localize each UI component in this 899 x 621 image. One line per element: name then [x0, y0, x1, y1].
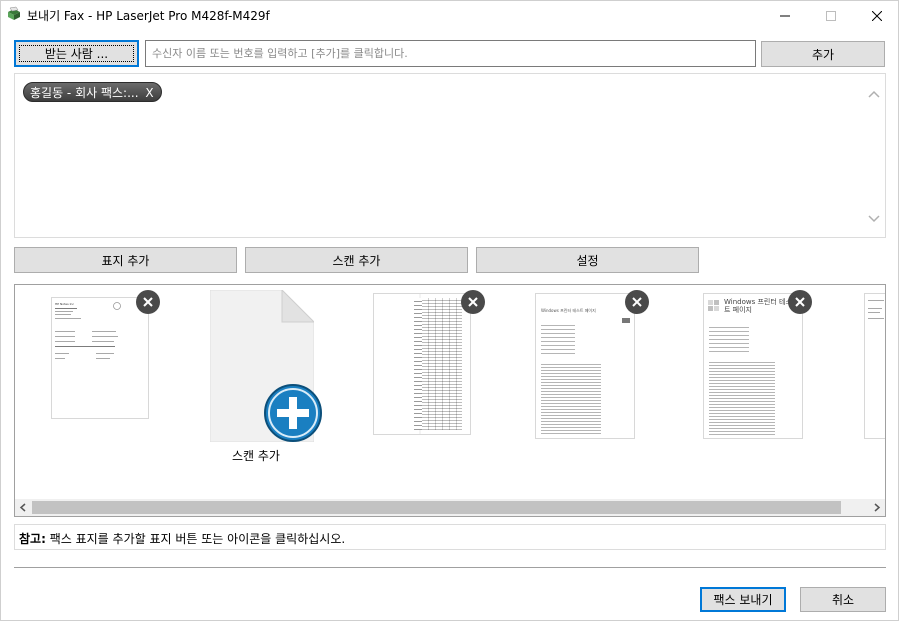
printer-icon — [622, 318, 630, 323]
scrollbar-thumb[interactable] — [32, 501, 841, 514]
add-recipient-label: 추가 — [811, 47, 835, 62]
test-page-2-header: Windows 프린터 테스트 페이지 — [724, 298, 792, 314]
scroll-up-icon[interactable] — [868, 90, 880, 98]
maximize-button[interactable] — [808, 1, 854, 30]
note-prefix: 참고: — [19, 532, 46, 546]
remove-page-1-button[interactable] — [136, 290, 160, 314]
maximize-icon — [826, 10, 836, 21]
partial-document-preview — [864, 293, 885, 439]
footer-separator — [14, 567, 886, 568]
cover-page-header: HP Notes Inc — [55, 302, 75, 306]
cover-page-note: 참고: 팩스 표지를 추가할 표지 버튼 또는 아이콘을 클릭하십시오. — [14, 524, 886, 550]
settings-button[interactable]: 설정 — [476, 247, 699, 273]
scroll-right-icon[interactable] — [873, 503, 881, 512]
test-page-1-header: Windows 프린터 테스트 페이지 — [541, 308, 596, 313]
add-recipient-button[interactable]: 추가 — [761, 41, 885, 67]
minimize-button[interactable] — [762, 1, 808, 30]
remove-icon — [143, 297, 153, 307]
add-scan-plus-icon — [264, 384, 322, 442]
scroll-down-icon[interactable] — [868, 215, 880, 223]
add-scan-tile[interactable]: 스캔 추가 — [210, 290, 322, 463]
thumbnail-horizontal-scrollbar[interactable] — [15, 499, 885, 516]
remove-page-5-button[interactable] — [788, 290, 812, 314]
thumbnail-test-page-1[interactable]: Windows 프린터 테스트 페이지 — [535, 293, 635, 439]
recipient-chip-remove-icon[interactable]: X — [145, 83, 153, 103]
page-thumbnail-strip: HP Notes Inc 스캔 추가 Windows 프린터 테스트 페이지 W… — [14, 284, 886, 517]
remove-icon — [468, 297, 478, 307]
hp-logo-icon — [113, 302, 121, 310]
settings-label: 설정 — [576, 253, 599, 268]
test-page-1-preview: Windows 프린터 테스트 페이지 — [535, 293, 635, 439]
recipient-chip-label: 홍길동 - 회사 팩스:... — [30, 86, 139, 100]
remove-page-4-button[interactable] — [625, 290, 649, 314]
scroll-left-icon[interactable] — [19, 503, 27, 512]
add-cover-label: 표지 추가 — [101, 253, 150, 268]
remove-icon — [632, 297, 642, 307]
test-page-2-preview: Windows 프린터 테스트 페이지 — [703, 293, 803, 439]
cancel-button[interactable]: 취소 — [800, 587, 886, 612]
thumbnail-test-page-2[interactable]: Windows 프린터 테스트 페이지 — [703, 293, 803, 439]
remove-page-3-button[interactable] — [461, 290, 485, 314]
recipients-button[interactable]: 받는 사람 ... — [14, 40, 139, 67]
thumbnail-partial-document[interactable] — [864, 293, 885, 439]
cover-page-preview: HP Notes Inc — [51, 297, 149, 419]
windows-logo-icon — [708, 300, 719, 311]
focus-rectangle — [19, 45, 134, 62]
add-scan-button[interactable]: 스캔 추가 — [245, 247, 468, 273]
add-scan-label: 스캔 추가 — [332, 253, 381, 268]
table-document-preview — [373, 293, 471, 435]
fax-send-window: 보내기 Fax - HP LaserJet Pro M428f-M429f 받는… — [0, 0, 899, 621]
send-fax-label: 팩스 보내기 — [713, 593, 773, 607]
thumbnail-cover-page[interactable]: HP Notes Inc — [51, 297, 149, 419]
add-scan-caption: 스캔 추가 — [232, 449, 280, 463]
title-bar: 보내기 Fax - HP LaserJet Pro M428f-M429f — [1, 1, 899, 31]
thumbnail-table-document[interactable] — [373, 293, 471, 435]
note-text: 팩스 표지를 추가할 표지 버튼 또는 아이콘을 클릭하십시오. — [45, 532, 346, 546]
fax-app-icon — [8, 6, 20, 20]
window-title: 보내기 Fax - HP LaserJet Pro M428f-M429f — [27, 9, 270, 23]
minimize-icon — [780, 15, 790, 16]
close-icon — [872, 10, 882, 21]
recipient-input[interactable]: 수신자 이름 또는 번호를 입력하고 [추가]를 클릭합니다. — [145, 40, 756, 67]
cancel-label: 취소 — [831, 593, 855, 607]
recipient-list: 홍길동 - 회사 팩스:... X — [14, 73, 886, 238]
add-cover-button[interactable]: 표지 추가 — [14, 247, 237, 273]
close-button[interactable] — [854, 1, 899, 30]
recipient-input-placeholder: 수신자 이름 또는 번호를 입력하고 [추가]를 클릭합니다. — [152, 47, 408, 60]
remove-icon — [795, 297, 805, 307]
recipient-chip[interactable]: 홍길동 - 회사 팩스:... X — [23, 82, 162, 102]
send-fax-button[interactable]: 팩스 보내기 — [700, 587, 786, 612]
